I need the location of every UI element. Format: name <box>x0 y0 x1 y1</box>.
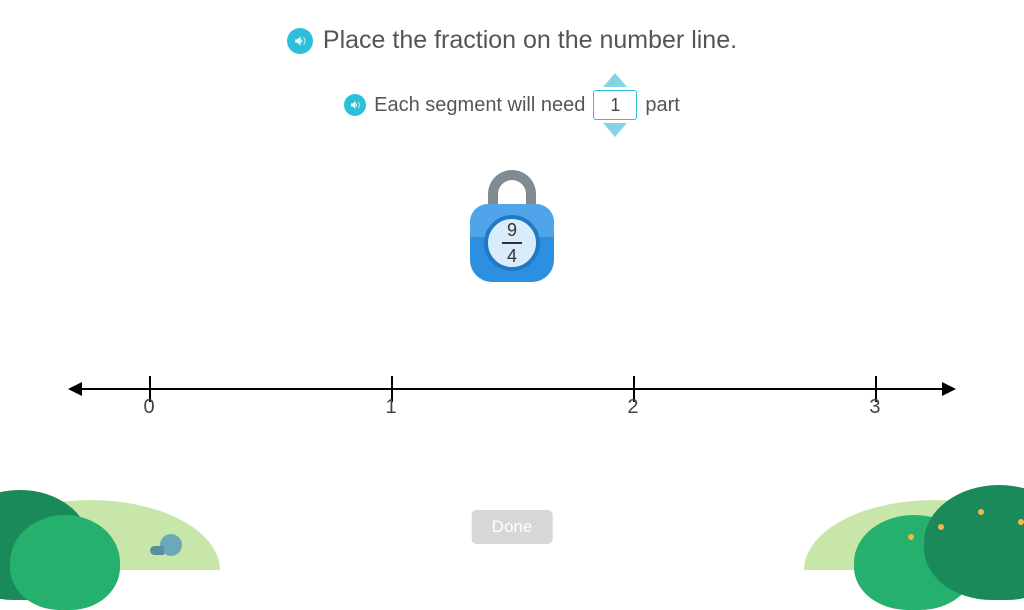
lock-body-icon: 9 4 <box>470 204 554 282</box>
lock-handle-icon <box>488 170 536 206</box>
numberline[interactable]: 0 1 2 3 <box>80 388 944 390</box>
fraction-denominator: 4 <box>507 247 517 265</box>
tick: 1 <box>391 376 393 402</box>
speaker-icon[interactable] <box>287 28 313 54</box>
segment-parts-row: Each segment will need part <box>0 73 1024 137</box>
tick-label: 2 <box>627 396 638 419</box>
parts-input[interactable] <box>593 90 637 120</box>
tick-label: 0 <box>144 396 155 419</box>
done-button[interactable]: Done <box>472 510 553 544</box>
fraction-display: 9 4 <box>484 215 540 271</box>
tick: 2 <box>633 376 635 402</box>
tick-label: 1 <box>385 396 396 419</box>
segment-suffix: part <box>645 94 679 117</box>
title-row: Place the fraction on the number line. <box>0 0 1024 55</box>
numberline-axis: 0 1 2 3 <box>80 388 944 390</box>
speaker-icon[interactable] <box>344 94 366 116</box>
segment-prefix: Each segment will need <box>374 94 585 117</box>
page-title: Place the fraction on the number line. <box>323 26 737 55</box>
tick: 3 <box>875 376 877 402</box>
chevron-down-icon[interactable] <box>603 123 627 137</box>
fraction-lock-draggable[interactable]: 9 4 <box>470 170 554 282</box>
tick: 0 <box>149 376 151 402</box>
chevron-up-icon[interactable] <box>603 73 627 87</box>
fraction-bar-icon <box>502 242 522 244</box>
tick-label: 3 <box>869 396 880 419</box>
parts-stepper[interactable] <box>593 73 637 137</box>
fraction-numerator: 9 <box>507 221 517 239</box>
